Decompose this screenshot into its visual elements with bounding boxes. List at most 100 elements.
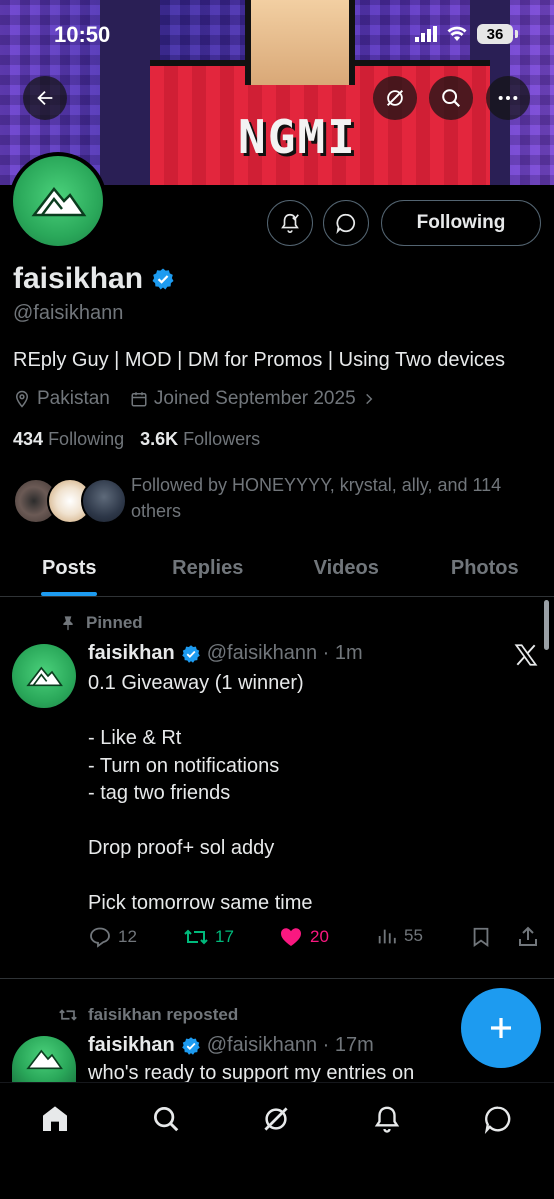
pin-icon	[63, 616, 73, 631]
location-text: Pakistan	[37, 388, 110, 409]
followers-count-link[interactable]: 3.6K Followers	[140, 429, 260, 450]
chevron-right-icon	[365, 393, 373, 405]
followed-by-avatars	[13, 472, 127, 524]
following-label: Following	[48, 429, 125, 449]
avatar-logo-icon	[26, 666, 63, 687]
status-icons: 36	[415, 24, 518, 44]
messages-icon	[484, 1106, 511, 1134]
following-count: 434	[13, 429, 44, 449]
post-author-name[interactable]: faisikhan	[88, 642, 175, 665]
plus-icon	[491, 1018, 511, 1038]
profile-meta: Pakistan Joined September 2025	[13, 388, 396, 410]
profile-avatar-image	[13, 156, 103, 246]
calendar-icon	[131, 392, 147, 407]
nav-notifications[interactable]	[367, 1099, 407, 1139]
scrollbar[interactable]	[544, 600, 549, 650]
post-text: 0.1 Giveaway (1 winner) - Like & Rt - Tu…	[88, 672, 313, 914]
banner-collar	[245, 0, 355, 85]
grok-button[interactable]	[373, 76, 417, 120]
post-text: who's ready to support my entries on	[88, 1062, 415, 1084]
more-options-button[interactable]	[486, 76, 530, 120]
grok-icon	[264, 1107, 288, 1131]
nav-messages[interactable]	[478, 1099, 518, 1139]
status-time: 10:50	[54, 22, 111, 47]
message-button[interactable]	[323, 200, 369, 246]
display-name-row: faisikhan	[13, 262, 175, 296]
search-icon	[442, 89, 461, 108]
verified-badge-icon	[181, 1036, 200, 1055]
followers-label: Followers	[183, 429, 261, 449]
views-count: 55	[404, 926, 423, 945]
pinned-label-row: Pinned	[60, 613, 143, 633]
reply-icon	[90, 927, 110, 948]
back-arrow-icon	[37, 90, 53, 106]
bell-icon	[374, 1106, 400, 1133]
compose-post-button[interactable]	[461, 988, 541, 1068]
search-icon	[154, 1107, 179, 1132]
nav-grok[interactable]	[256, 1099, 296, 1139]
share-action[interactable]	[516, 925, 540, 949]
post-avatar[interactable]	[12, 644, 76, 708]
post-divider	[0, 978, 554, 979]
more-icon	[498, 95, 518, 101]
joined-text: Joined September 2025	[153, 388, 356, 409]
post-actions: 12 17 20 55	[88, 925, 543, 953]
display-name: faisikhan	[13, 262, 144, 295]
search-button[interactable]	[429, 76, 473, 120]
location-pin-icon	[15, 390, 29, 408]
tab-posts[interactable]: Posts	[0, 540, 139, 596]
like-count: 20	[310, 927, 329, 946]
bookmark-action[interactable]	[470, 925, 492, 949]
banner-text: NGMI	[238, 110, 357, 164]
signal-icon	[415, 26, 437, 42]
post-avatar[interactable]	[12, 1036, 76, 1082]
battery-level: 36	[477, 24, 513, 44]
tab-photos[interactable]: Photos	[416, 540, 554, 596]
followed-by-text: Followed by HONEYYYY, krystal, ally, and…	[131, 475, 502, 521]
post-handle-time: @faisikhann · 17m	[206, 1034, 374, 1056]
home-icon	[43, 1106, 67, 1131]
reposted-label-row: faisikhan reposted	[58, 1005, 238, 1025]
notifications-bell-button[interactable]	[267, 200, 313, 246]
post-header: faisikhan @faisikhann · 1m	[88, 642, 363, 665]
bottom-navigation	[0, 1082, 554, 1199]
pinned-label: Pinned	[86, 613, 143, 632]
bell-check-icon	[281, 213, 299, 233]
repost-icon	[184, 929, 208, 945]
x-logo-icon	[514, 644, 538, 666]
wifi-icon	[447, 26, 467, 41]
avatar-logo-icon	[31, 187, 87, 217]
tab-replies[interactable]: Replies	[139, 540, 278, 596]
back-button[interactable]	[23, 76, 67, 120]
repost-count: 17	[215, 927, 234, 946]
reply-count: 12	[118, 927, 137, 946]
like-action[interactable]: 20	[278, 925, 329, 949]
heart-filled-icon	[281, 928, 301, 946]
following-count-link[interactable]: 434 Following	[13, 429, 124, 450]
avatar-logo-icon	[26, 1049, 63, 1070]
share-icon	[519, 926, 537, 946]
views-chart-icon	[378, 929, 396, 944]
followed-by-row[interactable]: Followed by HONEYYYY, krystal, ally, and…	[13, 472, 543, 524]
following-button[interactable]: Following	[381, 200, 541, 246]
tab-videos[interactable]: Videos	[277, 540, 416, 596]
follower-avatar	[81, 478, 127, 524]
chat-bubble-icon	[336, 213, 355, 234]
handle: @faisikhann	[13, 302, 124, 324]
verified-badge-icon[interactable]	[151, 267, 175, 291]
post-header: faisikhan @faisikhann · 17m	[88, 1034, 374, 1057]
repost-action[interactable]: 17	[183, 925, 234, 949]
views-action[interactable]: 55	[376, 925, 423, 947]
profile-avatar[interactable]	[9, 152, 107, 250]
bookmark-icon	[473, 927, 489, 948]
reposted-label: faisikhan reposted	[88, 1005, 239, 1024]
post-handle-time: @faisikhann · 1m	[206, 642, 363, 664]
profile-tabs: Posts Replies Videos Photos	[0, 540, 554, 597]
reply-action[interactable]: 12	[88, 925, 137, 949]
post-author-name[interactable]: faisikhan	[88, 1034, 175, 1057]
joined-date[interactable]: Joined September 2025	[130, 388, 376, 410]
verified-badge-icon	[181, 644, 200, 663]
followers-count: 3.6K	[140, 429, 179, 449]
nav-search[interactable]	[146, 1099, 186, 1139]
nav-home[interactable]	[35, 1099, 75, 1139]
